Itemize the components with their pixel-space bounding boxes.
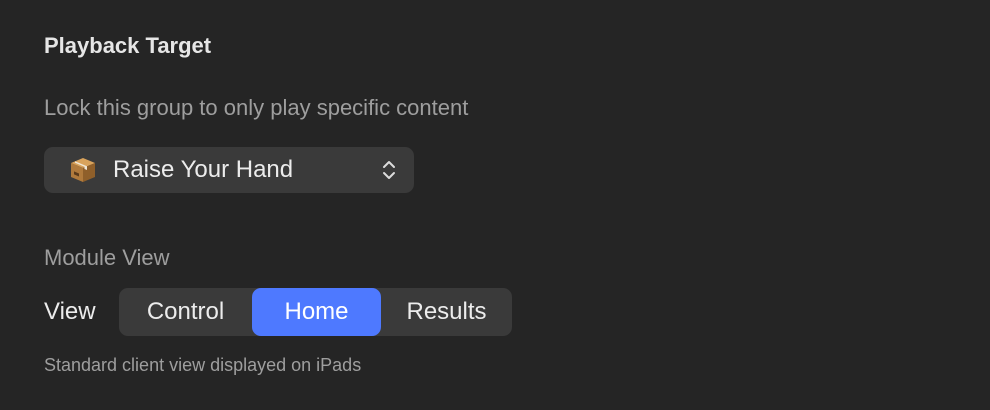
playback-target-title: Playback Target	[44, 33, 212, 58]
playback-target-description: Lock this group to only play specific co…	[44, 95, 469, 120]
segment-home[interactable]: Home	[252, 288, 381, 336]
content-select-popup[interactable]: Raise Your Hand	[44, 147, 414, 193]
selected-content-label: Raise Your Hand	[113, 156, 294, 183]
view-segmented-control: Control Home Results	[119, 288, 512, 336]
package-box-icon	[71, 158, 95, 182]
segment-results[interactable]: Results	[381, 288, 512, 336]
segment-control[interactable]: Control	[119, 288, 252, 336]
chevron-up-down-icon	[383, 161, 395, 179]
view-label: View	[44, 298, 96, 325]
settings-panel: Playback Target Lock this group to only …	[0, 0, 990, 410]
view-help-text: Standard client view displayed on iPads	[44, 355, 362, 375]
module-view-heading: Module View	[44, 245, 170, 270]
